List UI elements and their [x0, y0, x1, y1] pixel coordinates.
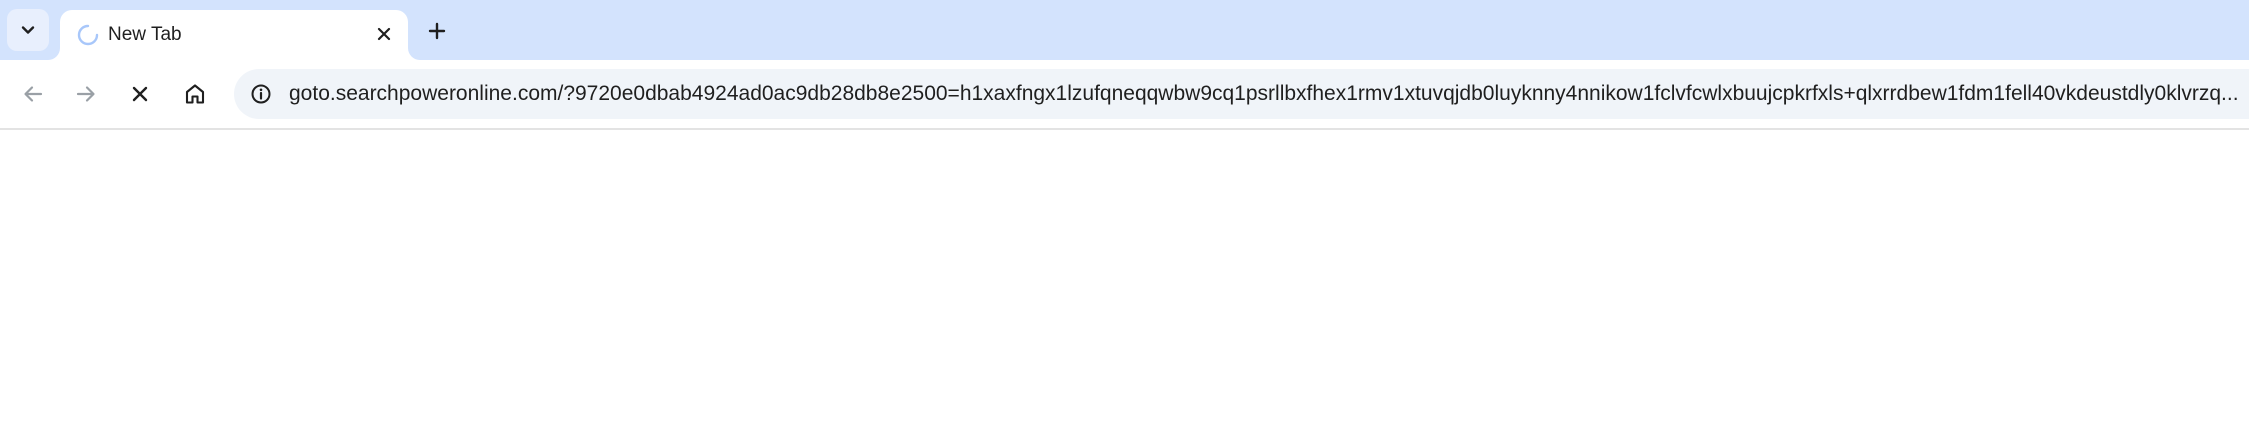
address-bar[interactable]: goto.searchpoweronline.com/?9720e0dbab49…: [234, 69, 2249, 119]
browser-window: New Tab goto.searchpoweronline.com/?9720…: [0, 0, 2249, 437]
home-icon: [185, 84, 205, 104]
tab-strip: New Tab: [0, 0, 2249, 60]
close-icon: [132, 86, 148, 102]
new-tab-button[interactable]: [418, 12, 456, 50]
site-info-button[interactable]: [244, 77, 278, 111]
url-text[interactable]: goto.searchpoweronline.com/?9720e0dbab49…: [289, 81, 2249, 107]
info-icon: [251, 84, 271, 104]
back-button[interactable]: [12, 73, 54, 115]
home-button[interactable]: [174, 73, 216, 115]
chevron-down-icon: [21, 26, 35, 34]
page-content: [0, 130, 2249, 437]
close-icon: [377, 27, 391, 41]
toolbar: goto.searchpoweronline.com/?9720e0dbab49…: [0, 60, 2249, 130]
stop-loading-button[interactable]: [119, 73, 161, 115]
tab-title: New Tab: [108, 24, 182, 45]
arrow-left-icon: [24, 86, 43, 102]
loading-spinner-icon: [77, 24, 99, 46]
plus-icon: [428, 22, 446, 40]
tab-new-tab[interactable]: New Tab: [60, 10, 408, 60]
arrow-right-icon: [76, 86, 95, 102]
tab-close-button[interactable]: [370, 20, 398, 48]
tab-search-button[interactable]: [7, 9, 49, 51]
forward-button[interactable]: [65, 73, 107, 115]
